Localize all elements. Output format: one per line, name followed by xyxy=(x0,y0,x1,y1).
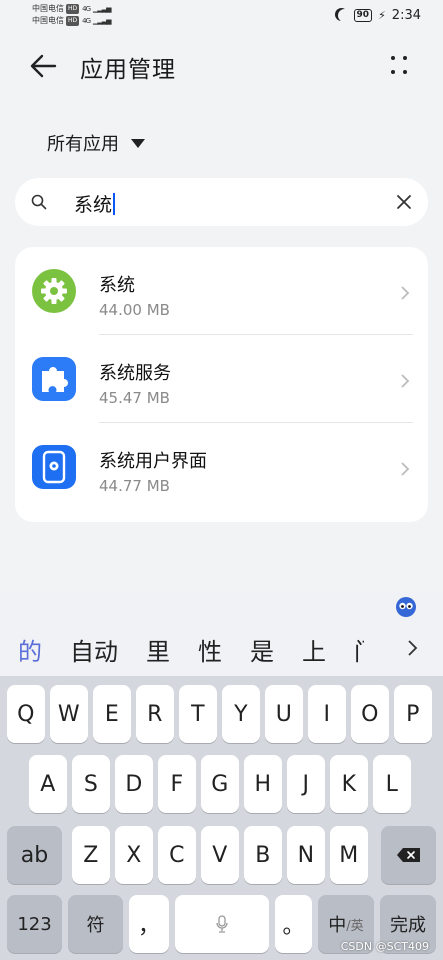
microphone-icon xyxy=(216,915,228,933)
key-l[interactable]: L xyxy=(373,755,411,813)
candidate-word[interactable]: 里 xyxy=(146,632,170,667)
key-shift[interactable]: ab xyxy=(7,826,62,884)
key-p[interactable]: P xyxy=(394,685,432,743)
more-options-button[interactable] xyxy=(389,54,409,76)
dropdown-triangle-icon xyxy=(131,138,145,148)
carrier-1: 中国电信 HD 4G ▁▂▃▅ xyxy=(32,4,112,14)
key-space[interactable] xyxy=(175,895,269,953)
app-name: 系统服务 xyxy=(99,363,171,384)
arrow-left-icon xyxy=(30,54,57,78)
keyboard: QWERTYUIOP ASDFGHJKL ZXCVBNM ab 123 符 ， … xyxy=(0,676,443,960)
status-bar: 中国电信 HD 4G ▁▂▃▅ 中国电信 HD 4G ▁▂▃▅ 90 ⚡ 2:34 xyxy=(0,0,443,34)
app-size: 44.77 MB xyxy=(99,477,170,495)
key-v[interactable]: V xyxy=(201,826,239,884)
list-item-app-2[interactable]: 系统用户界面 44.77 MB xyxy=(15,423,428,511)
key-comma[interactable]: ， xyxy=(129,895,169,953)
list-item-app-0[interactable]: 系统 44.00 MB xyxy=(15,247,428,335)
clock: 2:34 xyxy=(391,8,421,23)
key-f[interactable]: F xyxy=(158,755,196,813)
app-name: 系统 xyxy=(99,275,135,296)
key-s[interactable]: S xyxy=(72,755,110,813)
clear-search-icon[interactable] xyxy=(396,194,412,210)
key-d[interactable]: D xyxy=(115,755,153,813)
ime-mascot-icon[interactable] xyxy=(395,596,417,618)
candidate-word[interactable]: 上 xyxy=(302,632,326,667)
chevron-right-icon xyxy=(401,286,410,300)
app-header: 应用管理 xyxy=(0,44,443,88)
text-cursor xyxy=(113,193,116,215)
key-k[interactable]: K xyxy=(330,755,368,813)
lang-main-label: 中 xyxy=(328,915,347,936)
key-n[interactable]: N xyxy=(287,826,325,884)
key-g[interactable]: G xyxy=(201,755,239,813)
key-period[interactable]: 。 xyxy=(275,895,312,953)
key-backspace[interactable] xyxy=(381,826,436,884)
candidate-word[interactable]: 性 xyxy=(198,632,222,667)
key-e[interactable]: E xyxy=(93,685,131,743)
app-name: 系统用户界面 xyxy=(99,451,207,472)
key-o[interactable]: O xyxy=(351,685,389,743)
key-t[interactable]: T xyxy=(179,685,217,743)
key-r[interactable]: R xyxy=(136,685,174,743)
search-icon xyxy=(31,194,47,210)
candidate-word[interactable]: 自动 xyxy=(70,632,118,667)
key-x[interactable]: X xyxy=(115,826,153,884)
key-b[interactable]: B xyxy=(244,826,282,884)
puzzle-icon xyxy=(32,357,76,401)
key-z[interactable]: Z xyxy=(72,826,110,884)
key-c[interactable]: C xyxy=(158,826,196,884)
key-m[interactable]: M xyxy=(330,826,368,884)
candidate-word[interactable]: 是 xyxy=(250,632,274,667)
key-j[interactable]: J xyxy=(287,755,325,813)
key-q[interactable]: Q xyxy=(7,685,45,743)
app-size: 44.00 MB xyxy=(99,301,170,319)
carrier-2: 中国电信 HD 4G ▁▂▃▅ xyxy=(32,16,112,26)
key-h[interactable]: H xyxy=(244,755,282,813)
list-item-app-1[interactable]: 系统服务 45.47 MB xyxy=(15,335,428,423)
key-symbols[interactable]: 符 xyxy=(68,895,123,953)
expand-candidates-icon[interactable] xyxy=(407,639,419,657)
back-button[interactable] xyxy=(28,52,58,80)
watermark: CSDN @SCT409 xyxy=(340,940,429,953)
charging-icon: ⚡ xyxy=(378,9,386,22)
key-a[interactable]: A xyxy=(29,755,67,813)
chevron-right-icon xyxy=(401,374,410,388)
ime-candidate-bar: 的 自动 里 性 是 上 门 xyxy=(0,592,443,676)
search-bar[interactable]: 系统 xyxy=(15,178,428,226)
search-input[interactable]: 系统 xyxy=(74,190,116,217)
filter-label: 所有应用 xyxy=(47,134,119,155)
app-size: 45.47 MB xyxy=(99,389,170,407)
candidate-word[interactable]: 门 xyxy=(354,632,364,667)
key-i[interactable]: I xyxy=(308,685,346,743)
page-title: 应用管理 xyxy=(80,57,176,83)
key-w[interactable]: W xyxy=(50,685,88,743)
app-filter-dropdown[interactable]: 所有应用 xyxy=(47,130,145,156)
key-numbers[interactable]: 123 xyxy=(7,895,62,953)
do-not-disturb-icon xyxy=(338,9,351,22)
key-u[interactable]: U xyxy=(265,685,303,743)
candidate-word[interactable]: 的 xyxy=(18,632,42,667)
phone-gear-icon xyxy=(32,445,76,489)
battery-indicator: 90 xyxy=(353,9,373,22)
lang-alt-label: /英 xyxy=(346,918,364,934)
chevron-right-icon xyxy=(401,462,410,476)
backspace-icon xyxy=(396,848,420,862)
gear-icon xyxy=(32,269,76,313)
key-y[interactable]: Y xyxy=(222,685,260,743)
app-result-list: 系统 44.00 MB 系统服务 45.47 MB 系统用户界面 44.77 M… xyxy=(15,247,428,522)
